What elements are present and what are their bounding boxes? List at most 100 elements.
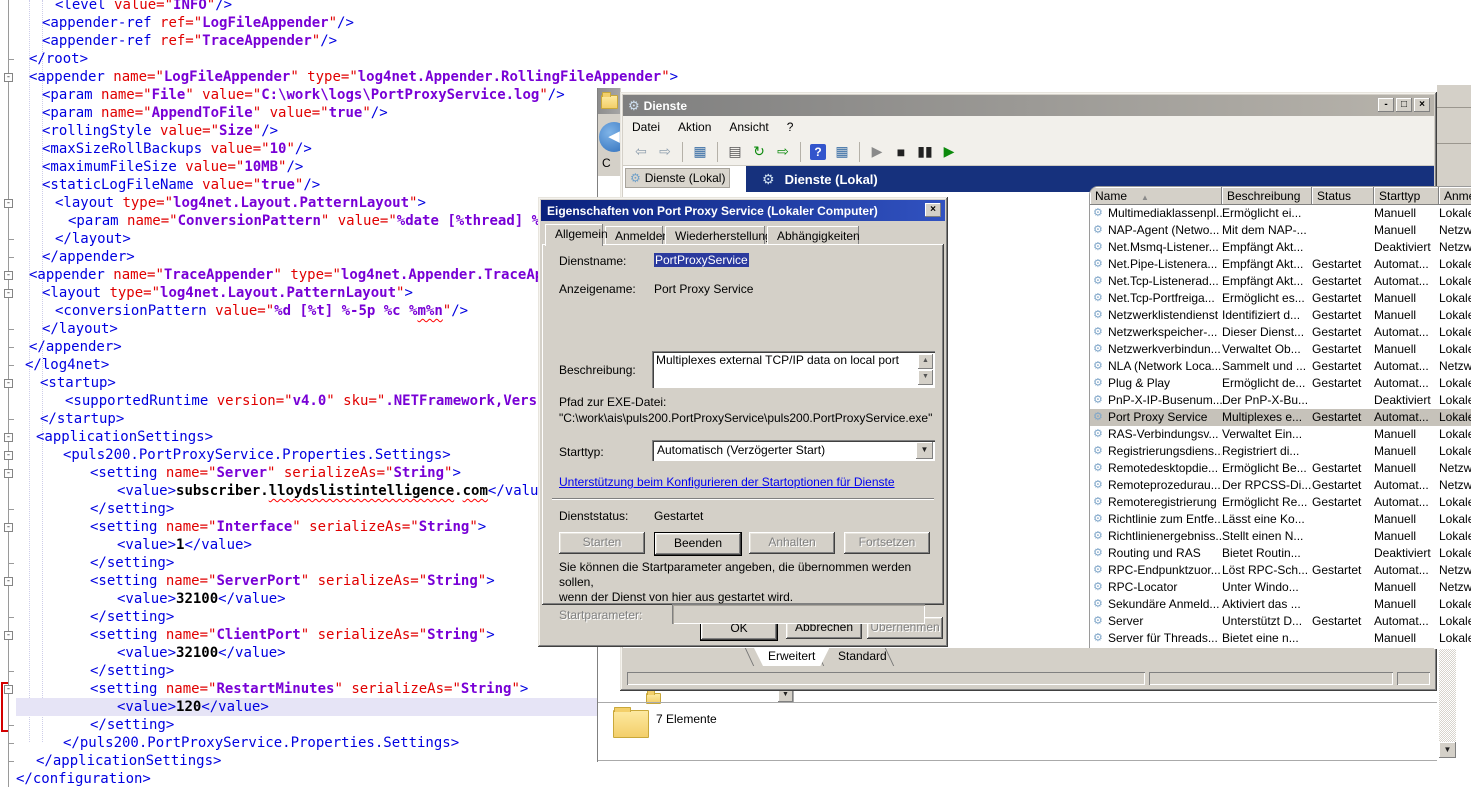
- tab-wiederherstellung[interactable]: Wiederherstellung: [665, 226, 765, 246]
- table-row[interactable]: ⚙Plug & PlayErmöglicht de...GestartetAut…: [1090, 375, 1471, 392]
- fold-collapse-icon[interactable]: -: [4, 379, 13, 388]
- menu-item-datei[interactable]: Datei: [623, 118, 669, 136]
- close-icon[interactable]: ×: [925, 203, 941, 217]
- service-name: Plug & Play: [1108, 375, 1170, 392]
- table-row[interactable]: ⚙Registrierungsdiens...Registriert di...…: [1090, 443, 1471, 460]
- fold-collapse-icon[interactable]: -: [4, 73, 13, 82]
- table-row[interactable]: ⚙Richtlinienergebniss...Stellt einen N..…: [1090, 528, 1471, 545]
- list-icon[interactable]: ▤: [724, 141, 746, 163]
- tab-abhngigkeiten[interactable]: Abhängigkeiten: [767, 226, 859, 246]
- refresh-icon[interactable]: ↻: [748, 141, 770, 163]
- stop-service-icon[interactable]: ■: [890, 141, 912, 163]
- table-row[interactable]: ⚙Netzwerkverbindun...Verwaltet Ob...Gest…: [1090, 341, 1471, 358]
- bottom-tab-erweitert[interactable]: Erweitert: [754, 648, 829, 666]
- table-row[interactable]: ⚙Net.Pipe-Listenera...Empfängt Akt...Ges…: [1090, 256, 1471, 273]
- code-token: >: [486, 627, 494, 643]
- sort-ascending-icon: ▲: [1141, 193, 1149, 202]
- tree-item-dienste-lokal[interactable]: ⚙ Dienste (Lokal): [625, 168, 730, 188]
- code-line[interactable]: <appender-ref ref="TraceAppender"/>: [16, 32, 1471, 50]
- scroll-down-icon[interactable]: ▼: [1439, 742, 1456, 758]
- starten-button[interactable]: Starten: [559, 532, 645, 554]
- fold-collapse-icon[interactable]: -: [4, 631, 13, 640]
- table-row[interactable]: ⚙Net.Tcp-Portfreiga...Ermöglicht es...Ge…: [1090, 290, 1471, 307]
- menu-item-aktion[interactable]: Aktion: [669, 118, 720, 136]
- table-row[interactable]: ⚙Server für Threads...Bietet eine n...Ma…: [1090, 630, 1471, 647]
- minimize-button[interactable]: -: [1378, 98, 1394, 112]
- dienstname-value[interactable]: PortProxyService: [654, 253, 749, 267]
- fortsetzen-button[interactable]: Fortsetzen: [844, 532, 930, 554]
- fold-collapse-icon[interactable]: -: [4, 577, 13, 586]
- starttyp-combobox[interactable]: Automatisch (Verzögerter Start) ▼: [652, 440, 935, 461]
- column-header-beschreibung[interactable]: Beschreibung: [1222, 187, 1312, 205]
- table-row[interactable]: ⚙RPC-LocatorUnter Windo...ManuellNetzwer…: [1090, 579, 1471, 596]
- explorer-bottom-border: [598, 760, 1471, 761]
- column-header-starttyp[interactable]: Starttyp: [1374, 187, 1439, 205]
- console-window-icon[interactable]: ▦: [689, 141, 711, 163]
- scroll-down-icon[interactable]: ▼: [918, 370, 933, 385]
- fold-collapse-icon[interactable]: -: [4, 469, 13, 478]
- table-row[interactable]: ⚙ServerUnterstützt D...GestartetAutomat.…: [1090, 613, 1471, 630]
- menu-item-ansicht[interactable]: Ansicht: [720, 118, 777, 136]
- table-row[interactable]: ⚙Sekundäre Anmeld...Aktiviert das ...Man…: [1090, 596, 1471, 613]
- table-row[interactable]: ⚙Port Proxy ServiceMultiplexes e...Gesta…: [1090, 409, 1471, 426]
- tab-allgemein[interactable]: Allgemein: [545, 224, 603, 246]
- fold-collapse-icon[interactable]: -: [4, 433, 13, 442]
- dropdown-arrow-icon[interactable]: ▼: [916, 442, 933, 459]
- forward-icon[interactable]: ⇨: [654, 141, 676, 163]
- table-row[interactable]: ⚙PnP-X-IP-Busenum...Der PnP-X-Bu...Deakt…: [1090, 392, 1471, 409]
- anhalten-button[interactable]: Anhalten: [749, 532, 835, 554]
- pause-service-icon[interactable]: ▮▮: [914, 141, 936, 163]
- code-line[interactable]: <value>120</value>: [16, 698, 698, 716]
- menu-item-[interactable]: ?: [778, 118, 803, 136]
- code-line[interactable]: </root>: [16, 50, 1471, 68]
- scroll-up-icon[interactable]: ▲: [918, 354, 933, 369]
- restart-service-icon[interactable]: ▶: [938, 141, 960, 163]
- table-row[interactable]: ⚙Net.Tcp-Listenerad...Empfängt Akt...Ges…: [1090, 273, 1471, 290]
- services-titlebar[interactable]: ⚙ Dienste -□×: [623, 95, 1434, 116]
- table-row[interactable]: ⚙Net.Msmq-Listener...Empfängt Akt...Deak…: [1090, 239, 1471, 256]
- beenden-button[interactable]: Beenden: [654, 532, 742, 556]
- fold-collapse-icon[interactable]: -: [4, 271, 13, 280]
- code-token: <startup>: [40, 375, 116, 391]
- table-row[interactable]: ⚙RAS-Verbindungsv...Verwaltet Ein...Manu…: [1090, 426, 1471, 443]
- maximize-button[interactable]: □: [1396, 98, 1412, 112]
- fold-collapse-icon[interactable]: -: [4, 451, 13, 460]
- tab-anmelden[interactable]: Anmelden: [605, 226, 663, 246]
- table-row[interactable]: ⚙NLA (Network Loca...Sammelt und ...Gest…: [1090, 358, 1471, 375]
- show-hide-tree-icon[interactable]: ▦: [831, 141, 853, 163]
- table-row[interactable]: ⚙RPC-Endpunktzuor...Löst RPC-Sch...Gesta…: [1090, 562, 1471, 579]
- startoptions-help-link[interactable]: Unterstützung beim Konfigurieren der Sta…: [559, 475, 895, 489]
- table-row[interactable]: ⚙Remoteprozedurau...Der RPCSS-Di...Gesta…: [1090, 477, 1471, 494]
- code-token: String: [427, 573, 478, 589]
- table-row[interactable]: ⚙NAP-Agent (Netwo...Mit dem NAP-...Manue…: [1090, 222, 1471, 239]
- help-icon[interactable]: ?: [807, 141, 829, 163]
- column-header-status[interactable]: Status: [1312, 187, 1374, 205]
- table-row[interactable]: ⚙Multimediaklassenpl...Ermöglicht ei...M…: [1090, 205, 1471, 222]
- close-button[interactable]: ×: [1414, 98, 1430, 112]
- service-properties-dialog: Eigenschaften von Port Proxy Service (Lo…: [538, 197, 948, 647]
- fold-collapse-icon[interactable]: -: [4, 289, 13, 298]
- table-row[interactable]: ⚙Remotedesktopdie...Ermöglicht Be...Gest…: [1090, 460, 1471, 477]
- column-header-anmeldenals[interactable]: Anmelden als: [1439, 187, 1471, 205]
- service-name-cell: ⚙Server: [1090, 613, 1222, 630]
- code-line[interactable]: <level value="INFO"/>: [16, 0, 1471, 14]
- back-icon[interactable]: ⇦: [630, 141, 652, 163]
- export-list-icon[interactable]: ⇨: [772, 141, 794, 163]
- fold-collapse-icon[interactable]: -: [4, 199, 13, 208]
- table-row[interactable]: ⚙RemoteregistrierungErmöglicht Re...Gest…: [1090, 494, 1471, 511]
- table-row[interactable]: ⚙Routing und RASBietet Routin...Deaktivi…: [1090, 545, 1471, 562]
- dialog-titlebar[interactable]: Eigenschaften von Port Proxy Service (Lo…: [541, 200, 945, 221]
- fold-collapse-icon[interactable]: -: [4, 523, 13, 532]
- code-line[interactable]: <appender name="LogFileAppender" type="l…: [16, 68, 1471, 86]
- column-header-name[interactable]: Name▲: [1090, 187, 1222, 205]
- beschreibung-textarea[interactable]: Multiplexes external TCP/IP data on loca…: [652, 351, 935, 388]
- table-row[interactable]: ⚙NetzwerklistendienstIdentifiziert d...G…: [1090, 307, 1471, 324]
- stop-service-icon: ■: [897, 144, 905, 160]
- table-row[interactable]: ⚙Netzwerkspeicher-...Dieser Dienst...Ges…: [1090, 324, 1471, 341]
- startparameter-input[interactable]: [672, 604, 925, 624]
- start-service-icon[interactable]: ▶: [866, 141, 888, 163]
- table-row[interactable]: ⚙Richtlinie zum Entfe...Lässt eine Ko...…: [1090, 511, 1471, 528]
- bottom-tab-standard[interactable]: Standard: [824, 648, 901, 666]
- code-line[interactable]: <appender-ref ref="LogFileAppender"/>: [16, 14, 1471, 32]
- code-line[interactable]: </configuration>: [16, 770, 1471, 787]
